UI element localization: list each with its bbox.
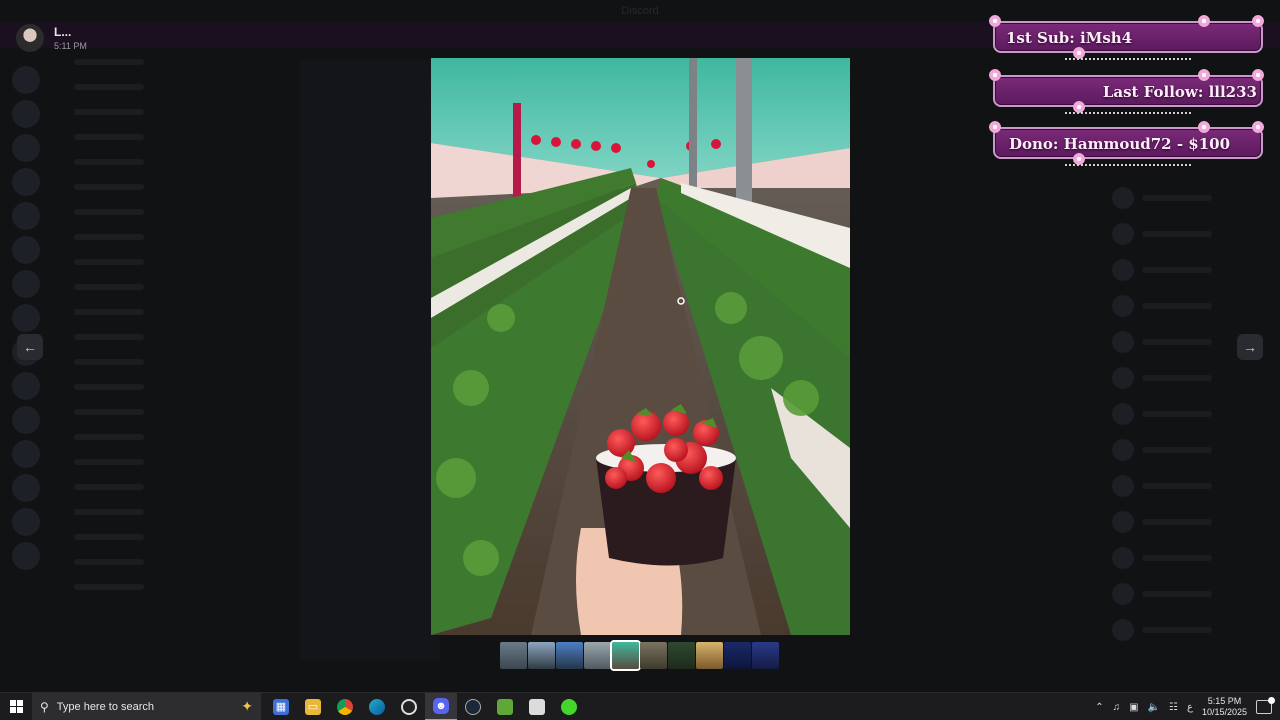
start-button[interactable] — [0, 693, 32, 720]
next-image-button[interactable]: → — [1237, 334, 1263, 360]
thumbnail[interactable] — [556, 642, 583, 669]
copilot-icon[interactable]: ✦ — [241, 698, 253, 715]
thumbnail-strip — [500, 640, 779, 671]
avatar[interactable] — [16, 24, 44, 52]
flower-icon — [1252, 69, 1264, 81]
channel-list — [56, 50, 246, 690]
microphone-icon[interactable]: ♫ — [1113, 702, 1121, 713]
thumbnail[interactable] — [640, 642, 667, 669]
file-explorer-icon: ▭ — [305, 698, 321, 715]
flower-icon — [1252, 15, 1264, 27]
viewer-image[interactable] — [431, 58, 850, 635]
minecraft-icon — [497, 698, 513, 715]
post-timestamp: 5:11 PM — [54, 41, 87, 51]
clock-date: 10/15/2025 — [1201, 707, 1247, 717]
razer-app[interactable] — [553, 693, 585, 720]
box-app[interactable] — [521, 693, 553, 720]
arrow-right-icon: → — [1243, 339, 1257, 355]
search-icon: ⚲ — [40, 699, 49, 714]
arrow-left-icon: ← — [23, 339, 37, 355]
thumbnail[interactable] — [724, 642, 751, 669]
steam-app[interactable] — [457, 693, 489, 720]
network-icon[interactable]: ☷ — [1169, 702, 1178, 713]
thumbnail[interactable] — [500, 642, 527, 669]
flower-icon — [989, 15, 1001, 27]
discord-app[interactable]: ☻ — [425, 692, 457, 720]
taskbar-apps: ▦ ▭ ☻ — [265, 692, 585, 720]
flower-icon — [1198, 69, 1210, 81]
taskbar: ⚲ Type here to search ✦ ▦ ▭ ☻ ⌃ ♫ ▣ 🔈 ☷ … — [0, 692, 1280, 720]
chrome-icon — [337, 698, 353, 715]
display-icon[interactable]: ▣ — [1129, 702, 1138, 713]
flower-icon — [1198, 15, 1210, 27]
file-explorer-app[interactable]: ▭ — [297, 693, 329, 720]
author-name[interactable]: L... — [54, 25, 87, 39]
obs-icon — [401, 698, 417, 715]
windows-icon — [9, 700, 23, 713]
thumbnail[interactable] — [696, 642, 723, 669]
member-list — [1100, 180, 1280, 680]
screen: Discord L... 5:11 PM ← → 1st Sub: iMsh4 … — [0, 0, 1280, 720]
input-indicator[interactable]: ع — [1187, 702, 1193, 713]
previous-image-button[interactable]: ← — [17, 334, 43, 360]
dono-overlay: Dono: Hammoud72 - $100 — [989, 121, 1264, 166]
store-icon: ▦ — [273, 698, 289, 715]
first-sub-overlay: 1st Sub: iMsh4 — [989, 15, 1264, 60]
chrome-app[interactable] — [329, 693, 361, 720]
steam-icon — [465, 698, 481, 715]
strawberry-greenhouse-photo — [431, 58, 850, 635]
system-tray: ⌃ ♫ ▣ 🔈 ☷ ع 5:15 PM 10/15/2025 — [1095, 693, 1280, 720]
thumbnail[interactable] — [584, 642, 611, 669]
flower-icon — [989, 121, 1001, 133]
message-area — [300, 60, 440, 660]
discord-icon: ☻ — [433, 697, 449, 714]
obs-app[interactable] — [393, 693, 425, 720]
thumbnail-active[interactable] — [610, 640, 641, 671]
minecraft-app[interactable] — [489, 693, 521, 720]
window-title: Discord — [621, 5, 659, 17]
search-box[interactable]: ⚲ Type here to search ✦ — [32, 692, 261, 720]
flower-icon — [989, 69, 1001, 81]
thumbnail[interactable] — [752, 642, 779, 669]
server-list — [0, 60, 52, 692]
dono-text: Dono: Hammoud72 - $100 — [1009, 135, 1231, 153]
flower-icon — [1252, 121, 1264, 133]
speaker-icon[interactable]: 🔈 — [1148, 702, 1160, 713]
box-icon — [529, 698, 545, 715]
last-follow-overlay: Last Follow: lll233 — [989, 69, 1264, 114]
razer-icon — [561, 698, 577, 715]
thumbnail[interactable] — [668, 642, 695, 669]
flower-icon — [1198, 121, 1210, 133]
edge-app[interactable] — [361, 693, 393, 720]
edge-icon — [369, 698, 385, 715]
clock[interactable]: 5:15 PM 10/15/2025 — [1202, 696, 1247, 718]
notification-icon[interactable] — [1256, 697, 1275, 714]
clock-time: 5:15 PM — [1207, 696, 1242, 706]
chevron-up-icon[interactable]: ⌃ — [1095, 702, 1103, 713]
viewer-author[interactable]: L... 5:11 PM — [16, 24, 87, 52]
store-app[interactable]: ▦ — [265, 693, 297, 720]
search-placeholder: Type here to search — [56, 700, 155, 713]
thumbnail[interactable] — [528, 642, 555, 669]
last-follow-text: Last Follow: lll233 — [1102, 83, 1257, 101]
first-sub-text: 1st Sub: iMsh4 — [1006, 29, 1133, 47]
